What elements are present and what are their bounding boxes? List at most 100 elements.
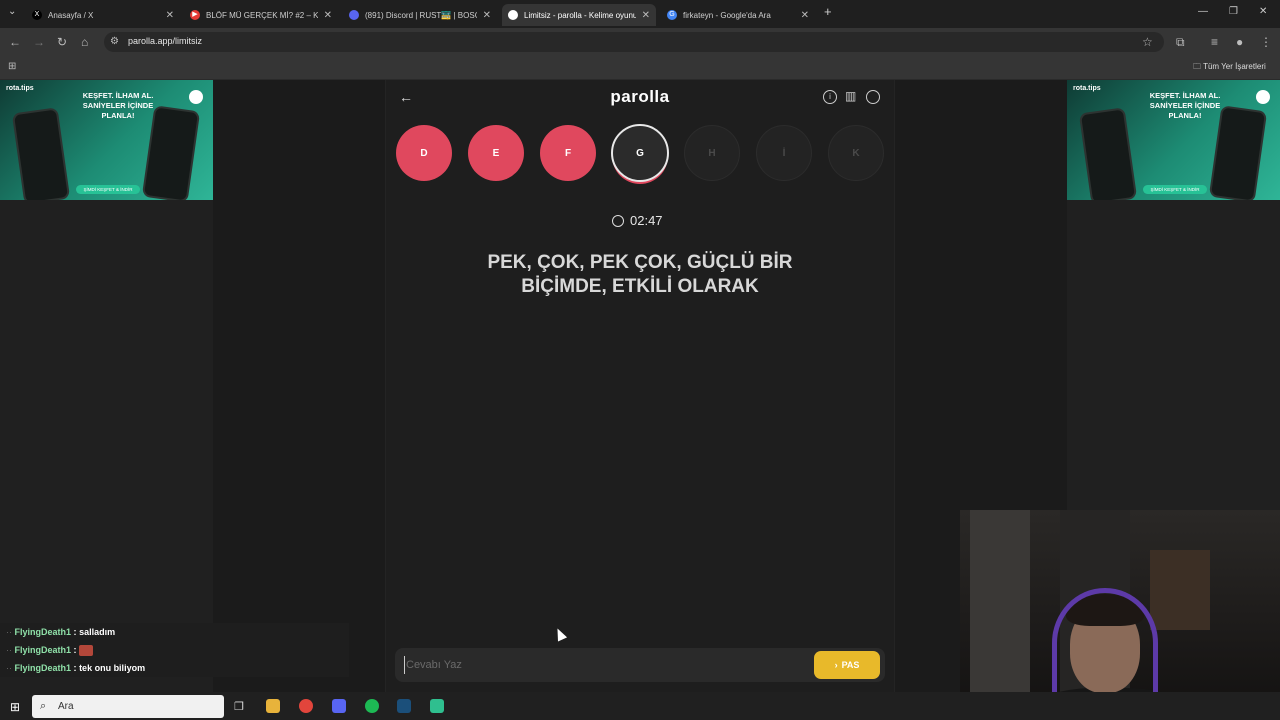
close-icon[interactable]: ✕: [483, 10, 491, 21]
question-text: PEK, ÇOK, PEK ÇOK, GÜÇLÜ BİR BİÇİMDE, ET…: [440, 251, 840, 299]
extensions-icon[interactable]: ⧉: [1176, 35, 1185, 49]
chevron-right-icon: ›: [834, 660, 838, 670]
close-icon[interactable]: ✕: [801, 10, 809, 21]
emote-icon: [79, 645, 94, 657]
task-view-icon[interactable]: ❐: [234, 700, 244, 713]
ad-cta-button[interactable]: ŞİMDİ KEŞFET & İNDİR: [1143, 185, 1207, 194]
steam-icon[interactable]: [397, 699, 411, 713]
window-close-icon[interactable]: ✕: [1259, 6, 1267, 17]
tab-title: firkateyn - Google'da Ara: [683, 10, 771, 20]
discord-icon: [349, 10, 359, 20]
spotify-icon[interactable]: [365, 699, 379, 713]
ad-brand: rota.tips: [6, 85, 34, 92]
folder-icon: 🗀: [1193, 62, 1204, 71]
youtube-icon: ▶: [190, 10, 200, 20]
chat-message: ·· FlyingDeath1 : tek onu biliyom: [6, 663, 146, 673]
close-icon[interactable]: ✕: [642, 10, 650, 21]
stats-icon[interactable]: ▥: [845, 89, 856, 103]
all-bookmarks-label: Tüm Yer İşaretleri: [1203, 62, 1266, 71]
ad-cta-button[interactable]: ŞİMDİ KEŞFET & İNDİR: [76, 185, 140, 194]
close-icon[interactable]: ✕: [324, 10, 332, 21]
ad-badge-icon: [1256, 90, 1270, 104]
letter-char: K: [852, 147, 860, 159]
new-tab-icon[interactable]: +: [824, 4, 832, 19]
reload-icon[interactable]: ↻: [57, 35, 67, 49]
url-text[interactable]: parolla.app/limitsiz: [128, 36, 202, 46]
profile-circle-icon[interactable]: [866, 90, 880, 104]
bookmark-star-icon[interactable]: ☆: [1142, 35, 1153, 49]
site-info-icon[interactable]: ⚙: [110, 35, 119, 49]
discord-taskbar-icon[interactable]: [332, 699, 346, 713]
ad-banner-right[interactable]: rota.tips KEŞFET. İLHAM AL. SANİYELER İÇ…: [1067, 80, 1280, 200]
letter-char: H: [708, 147, 716, 159]
address-bar[interactable]: [104, 32, 1164, 52]
answer-input[interactable]: [404, 656, 804, 674]
question-line-2: BİÇİMDE, ETKİLİ OLARAK: [521, 276, 759, 297]
restore-icon[interactable]: ❐: [1229, 6, 1238, 17]
tab-title: Limitsiz - parolla - Kelime oyunu: [524, 10, 636, 20]
letter-k: K: [828, 125, 884, 181]
media-icon[interactable]: ≡: [1211, 35, 1218, 49]
minimize-icon[interactable]: —: [1198, 6, 1208, 17]
profile-icon[interactable]: ●: [1236, 35, 1243, 49]
chat-message: ·· FlyingDeath1 :: [6, 645, 94, 657]
close-icon[interactable]: ✕: [166, 10, 174, 21]
windows-start-icon[interactable]: ⊞: [10, 700, 20, 714]
info-icon[interactable]: i: [823, 90, 837, 104]
letter-char: E: [492, 147, 500, 159]
webcam-background: [1150, 550, 1210, 630]
menu-icon[interactable]: ⋮: [1260, 35, 1272, 49]
timer: 02:47: [612, 213, 663, 228]
forward-icon[interactable]: →: [33, 35, 45, 49]
parolla-logo[interactable]: parolla: [600, 87, 680, 107]
clock-icon: [612, 214, 624, 227]
back-arrow-icon[interactable]: ←: [399, 89, 413, 105]
phone-image: [11, 107, 71, 200]
webcam-feed: [960, 510, 1280, 720]
chat-text: salladım: [79, 627, 116, 637]
tab-discord[interactable]: (891) Discord | RUST🚟 | BOSC ✕: [343, 4, 497, 26]
ad-banner-left[interactable]: rota.tips KEŞFET. İLHAM AL. SANİYELER İÇ…: [0, 80, 213, 200]
ad-badge-icon: [189, 90, 203, 104]
letter-g-current: G: [611, 124, 669, 182]
tab-parolla[interactable]: Limitsiz - parolla - Kelime oyunu ✕: [502, 4, 656, 26]
google-icon: G: [667, 10, 677, 20]
chat-username: FlyingDeath1: [14, 645, 72, 655]
file-explorer-icon[interactable]: [266, 699, 280, 713]
tab-strip: ⌄ X Anasayfa / X ✕ ▶ BLÖF MÜ GERÇEK Mİ? …: [0, 0, 1280, 28]
parolla-icon: [508, 10, 518, 20]
ad-brand: rota.tips: [1073, 85, 1101, 92]
home-icon[interactable]: ⌂: [81, 35, 88, 49]
letter-e: E: [468, 125, 524, 181]
back-icon[interactable]: ←: [9, 35, 21, 49]
letter-d: D: [396, 125, 452, 181]
webcam-background: [970, 510, 1030, 720]
pass-button[interactable]: › PAS: [814, 651, 880, 679]
phone-image: [1078, 107, 1138, 200]
apps-grid-icon[interactable]: ⊞: [8, 60, 16, 74]
letter-char: G: [636, 147, 644, 159]
all-bookmarks[interactable]: 🗀 Tüm Yer İşaretleri: [1193, 61, 1266, 75]
question-line-1: PEK, ÇOK, PEK ÇOK, GÜÇLÜ BİR: [487, 252, 793, 273]
letter-h: H: [684, 125, 740, 181]
tab-title: BLÖF MÜ GERÇEK Mİ? #2 – Kar: [206, 10, 318, 20]
bookmarks-bar: [0, 56, 1280, 80]
taskbar-search-label: Ara: [58, 701, 74, 712]
tab-search-icon[interactable]: ⌄: [8, 6, 16, 17]
chat-text: tek onu biliyom: [79, 663, 146, 673]
timer-value: 02:47: [630, 213, 663, 228]
letter-f: F: [540, 125, 596, 181]
letter-char: D: [420, 147, 428, 159]
tab-x[interactable]: X Anasayfa / X ✕: [26, 4, 180, 26]
headset: [1052, 588, 1158, 698]
app-icon[interactable]: [430, 699, 444, 713]
tab-title: Anasayfa / X: [48, 10, 94, 20]
tab-youtube[interactable]: ▶ BLÖF MÜ GERÇEK Mİ? #2 – Kar ✕: [184, 4, 338, 26]
search-icon: ⌕: [40, 700, 47, 712]
chrome-icon[interactable]: [299, 699, 313, 713]
letter-char: F: [564, 147, 572, 159]
x-logo-icon: X: [32, 10, 42, 20]
tab-google[interactable]: G firkateyn - Google'da Ara ✕: [661, 4, 815, 26]
letter-char: İ: [782, 147, 786, 159]
chat-message: ·· FlyingDeath1 : salladım: [6, 627, 116, 637]
